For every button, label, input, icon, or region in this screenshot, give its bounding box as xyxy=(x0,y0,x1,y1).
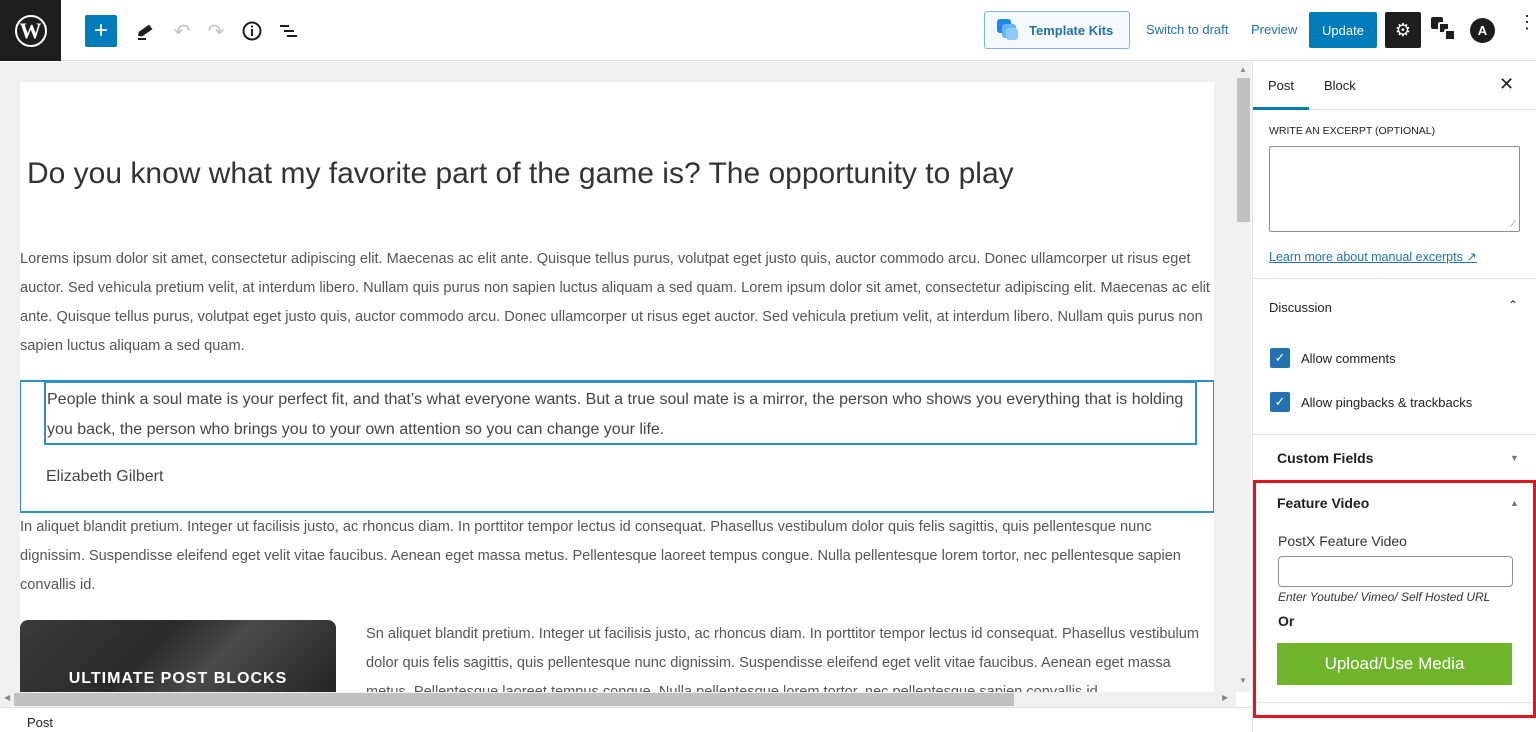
pen-tool-icon xyxy=(138,24,153,40)
editor-toolbar: W + ↶ ↷ Template Kits Switch to draft Pr… xyxy=(0,0,1536,61)
template-kits-icon xyxy=(997,19,1019,41)
update-button[interactable]: Update xyxy=(1309,12,1377,48)
resize-handle-icon[interactable]: ⟋ xyxy=(1510,219,1516,230)
astra-icon[interactable]: A xyxy=(1470,18,1495,43)
breadcrumb-post[interactable]: Post xyxy=(27,715,53,730)
editor-horizontal-scrollbar[interactable]: ◀ ▶ xyxy=(0,692,1236,707)
tab-block[interactable]: Block xyxy=(1324,78,1356,93)
feature-video-highlight-box xyxy=(1253,480,1536,718)
paragraph-block[interactable]: In aliquet blandit pretium. Integer ut f… xyxy=(20,513,1214,600)
tools-button[interactable] xyxy=(133,15,157,47)
info-icon xyxy=(242,21,262,41)
allow-pingbacks-label[interactable]: Allow pingbacks & trackbacks xyxy=(1301,395,1472,410)
scrollbar-thumb[interactable] xyxy=(1237,78,1250,222)
discussion-panel-title[interactable]: Discussion xyxy=(1269,300,1332,315)
redo-icon: ↷ xyxy=(207,20,225,43)
wordpress-logo-icon: W xyxy=(14,14,47,47)
details-button[interactable] xyxy=(240,15,264,47)
editor-vertical-scrollbar[interactable]: ▲ ▼ xyxy=(1236,62,1251,692)
image-block[interactable]: ULTIMATE POST BLOCKS xyxy=(20,620,336,692)
gear-icon: ⚙ xyxy=(1394,19,1412,40)
close-icon[interactable]: ✕ xyxy=(1499,74,1514,95)
check-icon: ✓ xyxy=(1274,350,1286,365)
triangle-down-icon[interactable]: ▼ xyxy=(1510,453,1519,463)
divider xyxy=(1253,278,1536,279)
image-caption-text: ULTIMATE POST BLOCKS xyxy=(68,670,288,687)
add-block-button[interactable]: + xyxy=(85,15,117,47)
editor-canvas: Do you know what my favorite part of the… xyxy=(20,82,1214,692)
scroll-right-icon[interactable]: ▶ xyxy=(1222,693,1228,702)
redo-button[interactable]: ↷ xyxy=(204,15,228,47)
quote-paragraph-selected[interactable]: People think a soul mate is your perfect… xyxy=(44,381,1197,445)
blocks-icon[interactable] xyxy=(1431,17,1457,43)
check-icon: ✓ xyxy=(1274,394,1286,409)
wordpress-logo-button[interactable]: W xyxy=(0,0,61,61)
scroll-down-icon[interactable]: ▼ xyxy=(1239,676,1247,685)
template-kits-button[interactable]: Template Kits xyxy=(984,11,1130,49)
scrollbar-thumb[interactable] xyxy=(14,693,1014,706)
chevron-up-icon[interactable]: ⌃ xyxy=(1508,298,1518,312)
paragraph-block[interactable]: Lorems ipsum dolor sit amet, consectetur… xyxy=(20,245,1214,361)
template-kits-label: Template Kits xyxy=(1029,22,1114,38)
excerpt-textarea[interactable]: ⟋ xyxy=(1269,146,1520,232)
allow-comments-checkbox[interactable]: ✓ xyxy=(1270,348,1290,368)
plus-icon: + xyxy=(93,17,108,44)
post-title[interactable]: Do you know what my favorite part of the… xyxy=(27,157,1014,191)
allow-comments-label[interactable]: Allow comments xyxy=(1301,351,1396,366)
block-breadcrumb-bar: Post xyxy=(0,707,1252,732)
settings-button[interactable]: ⚙ xyxy=(1385,12,1421,48)
tab-post[interactable]: Post xyxy=(1268,78,1294,93)
quote-text[interactable]: People think a soul mate is your perfect… xyxy=(47,385,1187,445)
custom-fields-panel-title[interactable]: Custom Fields xyxy=(1277,450,1373,466)
excerpt-label: WRITE AN EXCERPT (OPTIONAL) xyxy=(1269,125,1436,137)
undo-icon: ↶ xyxy=(173,20,191,43)
sidebar-tabs: Post Block ✕ xyxy=(1253,62,1536,110)
scroll-left-icon[interactable]: ◀ xyxy=(4,693,10,702)
excerpt-help-link[interactable]: Learn more about manual excerpts ↗ xyxy=(1269,249,1477,264)
divider xyxy=(1253,434,1536,435)
quote-citation[interactable]: Elizabeth Gilbert xyxy=(46,468,163,486)
switch-to-draft-button[interactable]: Switch to draft xyxy=(1146,22,1228,37)
list-view-button[interactable] xyxy=(277,15,301,47)
active-tab-indicator xyxy=(1253,107,1309,110)
more-vertical-icon[interactable]: ⋮ xyxy=(1518,13,1536,44)
scroll-up-icon[interactable]: ▲ xyxy=(1239,65,1247,74)
preview-button[interactable]: Preview xyxy=(1251,22,1297,37)
allow-pingbacks-checkbox[interactable]: ✓ xyxy=(1270,392,1290,412)
paragraph-block[interactable]: Sn aliquet blandit pretium. Integer ut f… xyxy=(366,620,1206,692)
undo-button[interactable]: ↶ xyxy=(170,15,194,47)
list-view-icon xyxy=(280,25,297,37)
quote-block[interactable]: People think a soul mate is your perfect… xyxy=(20,380,1214,513)
